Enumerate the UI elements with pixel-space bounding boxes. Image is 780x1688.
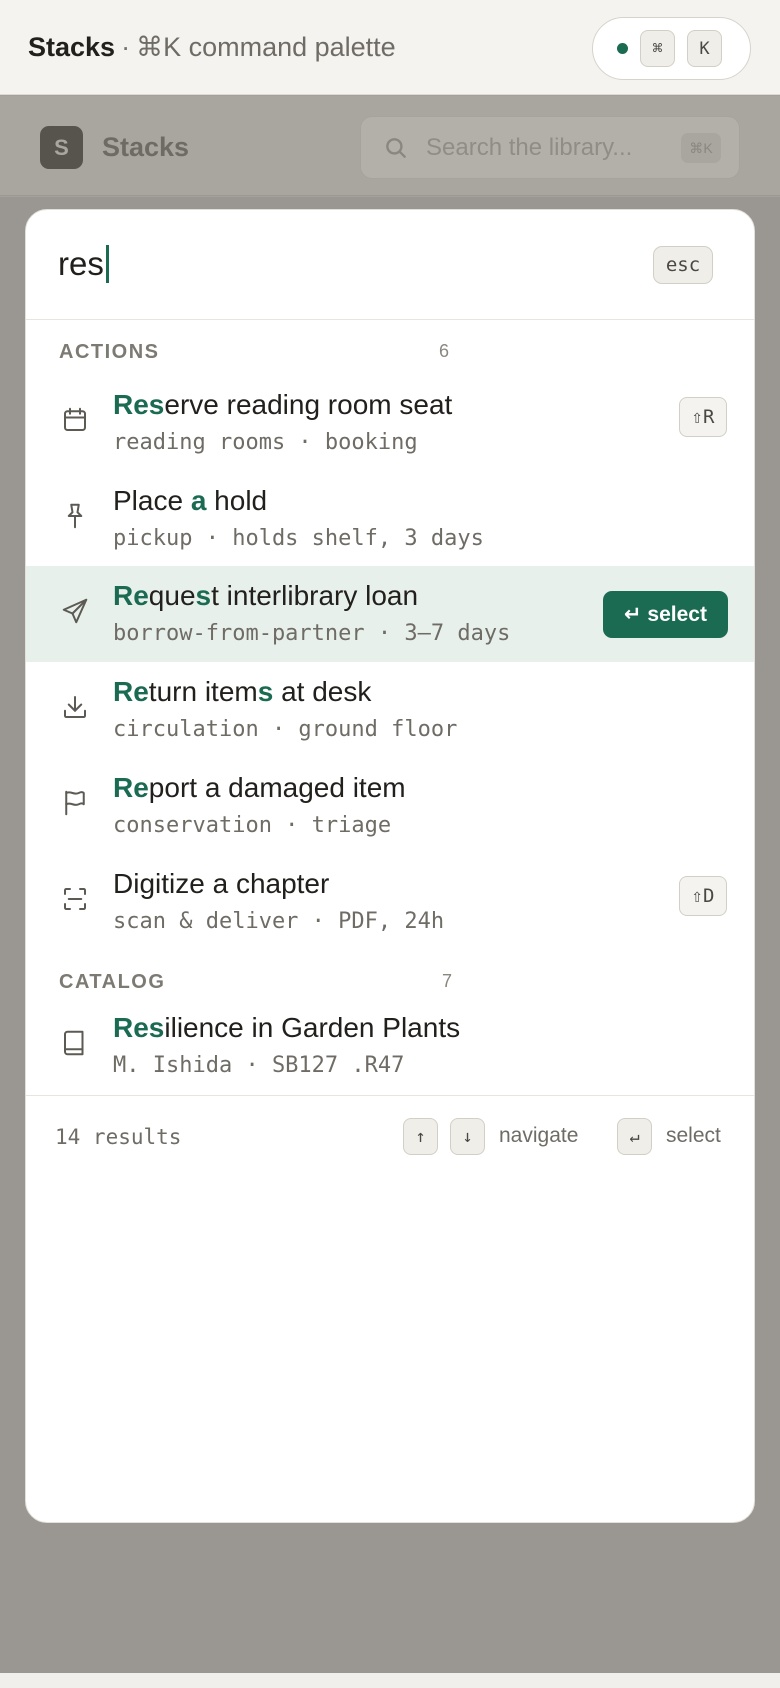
background-search-box: Search the library... ⌘K (360, 116, 740, 179)
command-title: Report a damaged item (113, 772, 406, 804)
section-count-catalog: 7 (442, 971, 453, 991)
title-text: port a damaged item (148, 771, 406, 803)
scan-icon (64, 887, 86, 910)
command-title: Resilience in Garden Plants (113, 1012, 460, 1044)
command-palette: res esc ACTIONS 6 Reserve reading room s… (25, 209, 755, 1523)
title-text: erve reading room seat (164, 389, 453, 420)
match-highlight: a (190, 484, 207, 516)
download-icon (64, 696, 86, 719)
command-title: Return items at desk (113, 676, 371, 708)
k-keycap: K (687, 30, 722, 67)
app-brand: Stacks (28, 31, 116, 62)
calendar-icon (64, 407, 86, 431)
title-text: hold (206, 484, 268, 516)
title-text: turn item (148, 676, 258, 708)
book-icon (64, 1030, 84, 1056)
command-row[interactable]: Resilience in Garden Plants M. Ishida · S… (26, 998, 754, 1094)
command-row[interactable]: Place a hold pickup · holds shelf, 3 days (26, 471, 754, 567)
match-highlight: Res (113, 1012, 165, 1043)
section-count-actions: 6 (439, 341, 450, 361)
select-hint: select (666, 1124, 721, 1147)
command-subtitle: conservation · triage (113, 812, 392, 838)
palette-footer: 14 results ↑ ↓ navigate ↵ select (26, 1095, 754, 1175)
command-title: Place a hold (113, 485, 267, 517)
title-text: ilience in Garden Plants (164, 1012, 461, 1043)
match-highlight: Res (113, 389, 165, 420)
pin-icon (67, 503, 83, 528)
background-search-placeholder: Search the library... (426, 134, 633, 161)
arrow-down-key: ↓ (450, 1118, 485, 1155)
command-subtitle: pickup · holds shelf, 3 days (113, 525, 484, 551)
shortcut-keycap: ⇧D (679, 875, 727, 916)
query-text: res (58, 245, 104, 282)
title-text: que (148, 580, 196, 612)
command-subtitle: M. Ishida · SB127 .R47 (113, 1053, 405, 1078)
navigate-hint: navigate (499, 1124, 579, 1147)
send-icon (62, 599, 88, 624)
palette-search-row: res esc (26, 210, 754, 320)
background-search-shortcut: ⌘K (681, 133, 721, 163)
title-text: t interlibrary loan (211, 580, 419, 612)
match-highlight: s (195, 580, 212, 612)
command-subtitle: borrow-from-partner · 3–7 days (113, 621, 511, 647)
brand-separator: · (121, 31, 131, 62)
command-title: Digitize a chapter (113, 868, 329, 900)
palette-search-input[interactable]: res (58, 245, 109, 283)
text-caret (105, 245, 109, 283)
title-text: Digitize a chapter (113, 867, 330, 899)
command-title: Reserve reading room seat (113, 389, 452, 421)
command-title: Request interlibrary loan (113, 580, 418, 612)
background-header: S Stacks Search the library... ⌘K (0, 96, 780, 196)
title-text: Place (113, 484, 191, 516)
background-app-title: Stacks (102, 132, 190, 162)
command-row[interactable]: Digitize a chapter scan & deliver · PDF, … (26, 854, 754, 950)
command-row[interactable]: Report a damaged item conservation · tria… (26, 758, 754, 854)
command-row[interactable]: Return items at desk circulation · ground… (26, 662, 754, 758)
status-dot (617, 43, 628, 54)
command-subtitle: reading rooms · booking (113, 430, 418, 455)
match-highlight: Re (113, 580, 149, 612)
command-subtitle: scan & deliver · PDF, 24h (113, 908, 445, 934)
result-count: 14 results (55, 1125, 182, 1149)
app-logo: S (40, 126, 83, 169)
section-heading-catalog: CATALOG (59, 971, 166, 993)
esc-button[interactable]: esc (653, 246, 713, 284)
shortcut-keycap: ⇧R (679, 397, 727, 437)
command-row[interactable]: Request interlibrary loan borrow-from-par… (26, 566, 754, 663)
command-row[interactable]: Reserve reading room seat reading rooms ·… (26, 375, 754, 471)
match-highlight: s (257, 676, 274, 708)
bottom-strip (0, 1673, 780, 1688)
title-text: at desk (273, 676, 372, 708)
section-heading-actions: ACTIONS (59, 341, 160, 363)
app-subtitle: ⌘K command palette (136, 31, 396, 62)
enter-key: ↵ (617, 1118, 652, 1155)
command-subtitle: circulation · ground floor (113, 717, 458, 743)
search-icon (386, 138, 406, 158)
top-bar: Stacks · ⌘K command palette ⌘ K (0, 0, 780, 95)
match-highlight: Re (113, 771, 149, 803)
shortcut-hint-pill[interactable]: ⌘ K (592, 17, 751, 80)
arrow-up-key: ↑ (403, 1118, 438, 1155)
cmd-keycap: ⌘ (640, 30, 675, 67)
flag-icon (65, 790, 85, 816)
match-highlight: Re (113, 676, 149, 708)
select-button[interactable]: ↵ select (603, 591, 728, 639)
